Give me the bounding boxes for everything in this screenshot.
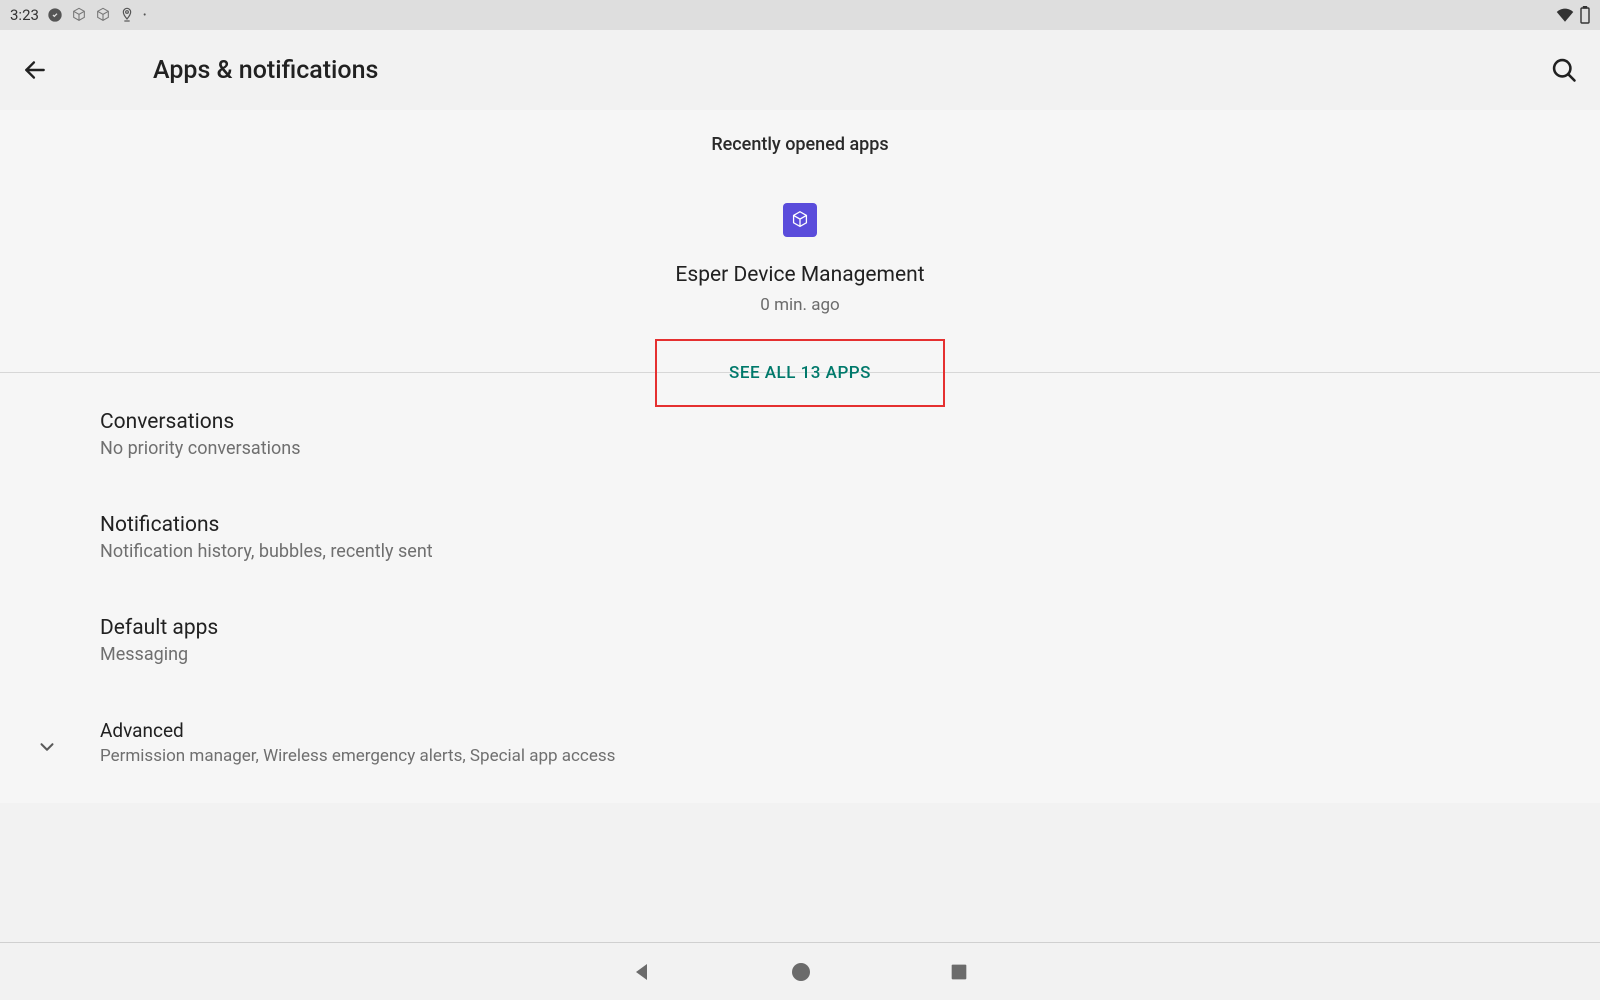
page-title: Apps & notifications <box>153 56 378 85</box>
settings-list: Conversations No priority conversations … <box>0 373 1600 803</box>
check-circle-icon <box>47 7 63 23</box>
notifications-title: Notifications <box>100 513 1600 537</box>
nav-recent-button[interactable] <box>948 961 970 983</box>
location-icon <box>119 7 135 23</box>
search-icon <box>1550 56 1578 84</box>
recent-app-item[interactable]: Esper Device Management 0 min. ago <box>0 203 1600 315</box>
cube-icon <box>71 7 87 23</box>
advanced-title: Advanced <box>100 719 1600 742</box>
wifi-icon <box>1556 8 1574 22</box>
chevron-down-icon <box>36 736 58 762</box>
status-right-group <box>1556 6 1590 24</box>
arrow-left-icon <box>22 57 48 83</box>
conversations-subtitle: No priority conversations <box>100 438 1600 459</box>
app-time: 0 min. ago <box>760 295 839 315</box>
battery-icon <box>1580 6 1590 24</box>
conversations-item[interactable]: Conversations No priority conversations <box>0 395 1600 474</box>
status-bar: 3:23 • <box>0 0 1600 30</box>
search-button[interactable] <box>1550 56 1578 84</box>
triangle-left-icon <box>630 960 654 984</box>
header-bar: Apps & notifications <box>0 30 1600 110</box>
recently-opened-header: Recently opened apps <box>0 134 1600 155</box>
cube-icon <box>95 7 111 23</box>
conversations-title: Conversations <box>100 410 1600 434</box>
esper-cube-icon <box>789 209 811 231</box>
square-icon <box>948 961 970 983</box>
header-left-group: Apps & notifications <box>22 56 378 85</box>
back-button[interactable] <box>22 57 48 83</box>
default-apps-title: Default apps <box>100 616 1600 640</box>
default-apps-subtitle: Messaging <box>100 644 1600 665</box>
advanced-item[interactable]: Advanced Permission manager, Wireless em… <box>0 704 1600 781</box>
advanced-subtitle: Permission manager, Wireless emergency a… <box>100 746 1600 766</box>
nav-home-button[interactable] <box>789 960 813 984</box>
navigation-bar <box>0 942 1600 1000</box>
content-area: Recently opened apps Esper Device Manage… <box>0 110 1600 803</box>
app-icon <box>783 203 817 237</box>
notifications-subtitle: Notification history, bubbles, recently … <box>100 541 1600 562</box>
status-left-group: 3:23 • <box>10 6 146 24</box>
app-name: Esper Device Management <box>675 263 924 287</box>
nav-back-button[interactable] <box>630 960 654 984</box>
status-time: 3:23 <box>10 6 39 24</box>
default-apps-item[interactable]: Default apps Messaging <box>0 601 1600 680</box>
circle-icon <box>789 960 813 984</box>
dot-icon: • <box>143 10 146 21</box>
notifications-item[interactable]: Notifications Notification history, bubb… <box>0 498 1600 577</box>
